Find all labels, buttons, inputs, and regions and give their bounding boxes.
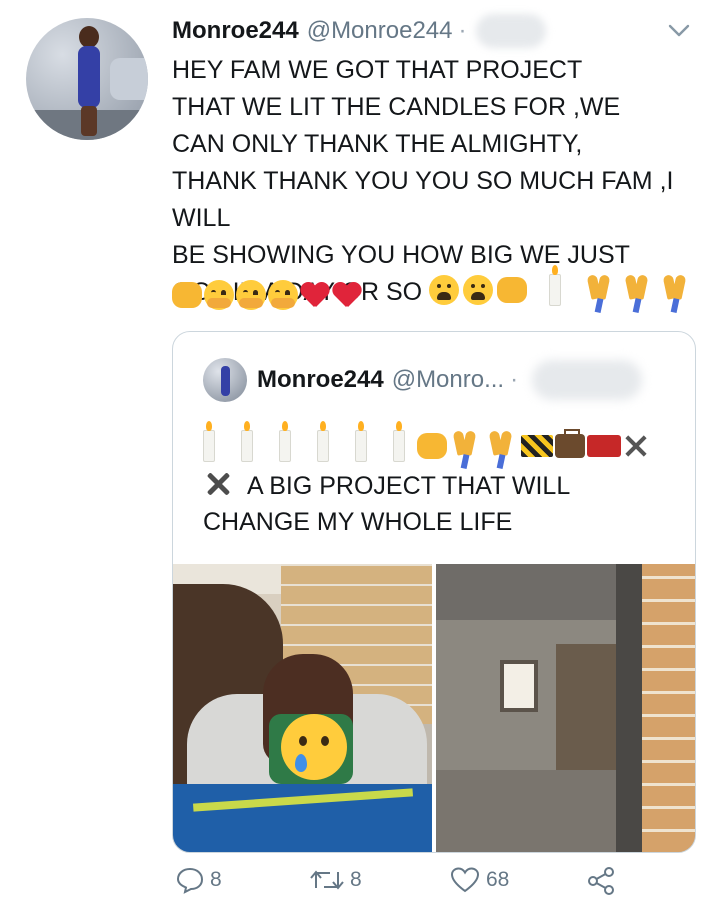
- photo-house-interior[interactable]: [436, 564, 695, 852]
- share-button[interactable]: [586, 866, 616, 896]
- sad-face-overlay-icon: [281, 714, 347, 780]
- inline-emoji-group: [429, 265, 693, 307]
- praying-hands-icon: [485, 431, 519, 461]
- red-heart-icon: [300, 281, 330, 309]
- praying-hands-icon: [659, 275, 693, 305]
- tweet-text-line: BE SHOWING YOU HOW BIG WE JUST: [172, 241, 630, 269]
- construction-barrier-icon: [521, 435, 553, 457]
- profile-avatar[interactable]: [26, 18, 148, 140]
- candle-icon: [279, 421, 291, 462]
- candle-icon: [393, 421, 405, 462]
- photo-person-in-wheelbarrow[interactable]: [173, 564, 432, 852]
- praying-hands-icon: [449, 431, 483, 461]
- retweet-icon: [310, 870, 344, 890]
- red-heart-icon: [332, 281, 362, 309]
- tweet-text: HEY FAM WE GOT THAT PROJECT THAT WE LIT …: [172, 52, 712, 311]
- redacted-timestamp: [532, 360, 643, 400]
- candle-icon: [203, 421, 215, 462]
- hammer-pick-icon: [623, 433, 649, 459]
- toolbox-icon: [587, 435, 621, 457]
- open-hands-icon: [417, 433, 447, 459]
- quoted-author-handle[interactable]: @Monro...: [392, 366, 504, 394]
- tweet-header: Monroe244 @Monroe244 ·: [172, 14, 690, 48]
- heart-icon: [450, 867, 480, 893]
- quoted-avatar[interactable]: [203, 358, 247, 402]
- candle-icon: [241, 421, 253, 462]
- separator-dot: ·: [510, 366, 519, 393]
- hugging-face-icon: [236, 280, 266, 310]
- open-hands-icon: [172, 282, 202, 308]
- hammer-wrench-icon: [203, 470, 233, 498]
- tweet-text-line: THANK THANK YOU YOU SO MUCH FAM ,I WILL: [172, 167, 674, 232]
- tweet-text-line: THAT WE LIT THE CANDLES FOR ,WE: [172, 93, 621, 121]
- quoted-emoji-row: [203, 421, 649, 462]
- chevron-down-icon[interactable]: [668, 22, 690, 40]
- like-count: 68: [486, 868, 510, 891]
- emoji-row: [172, 278, 362, 312]
- candle-icon: [355, 421, 367, 462]
- candle-icon: [317, 421, 329, 462]
- tweet-actions: 8 8 68: [172, 860, 632, 910]
- like-button[interactable]: 68: [450, 866, 509, 894]
- reply-count: 8: [210, 868, 222, 891]
- open-hands-icon: [497, 277, 528, 304]
- author-handle[interactable]: @Monroe244: [307, 17, 453, 45]
- tweet-text-line: CAN ONLY THANK THE ALMIGHTY,: [172, 130, 583, 158]
- praying-hands-icon: [583, 275, 617, 305]
- tired-face-icon: [463, 275, 494, 306]
- briefcase-icon: [555, 429, 585, 458]
- redacted-timestamp: [476, 14, 547, 48]
- share-icon: [588, 867, 614, 895]
- quoted-header: Monroe244 @Monro... ·: [257, 360, 643, 400]
- tweet-text-line: HEY FAM WE GOT THAT PROJECT: [172, 56, 583, 84]
- quoted-text: A BIG PROJECT THAT WILL CHANGE MY WHOLE …: [203, 468, 663, 540]
- candle-icon: [549, 265, 562, 307]
- reply-button[interactable]: 8: [176, 866, 222, 894]
- author-name[interactable]: Monroe244: [172, 17, 299, 45]
- retweet-count: 8: [350, 868, 362, 891]
- hugging-face-icon: [204, 280, 234, 310]
- tired-face-icon: [429, 275, 460, 306]
- quoted-tweet[interactable]: Monroe244 @Monro... · A BIG PROJECT THAT…: [172, 331, 696, 853]
- quoted-text-line: A BIG PROJECT THAT WILL: [247, 472, 571, 500]
- hugging-face-icon: [268, 280, 298, 310]
- quoted-author-name[interactable]: Monroe244: [257, 366, 384, 394]
- reply-icon: [176, 867, 204, 894]
- quoted-text-line: CHANGE MY WHOLE LIFE: [203, 508, 513, 536]
- separator-dot: ·: [458, 17, 467, 44]
- media-grid: [173, 564, 695, 852]
- praying-hands-icon: [621, 275, 655, 305]
- retweet-button[interactable]: 8: [310, 866, 362, 894]
